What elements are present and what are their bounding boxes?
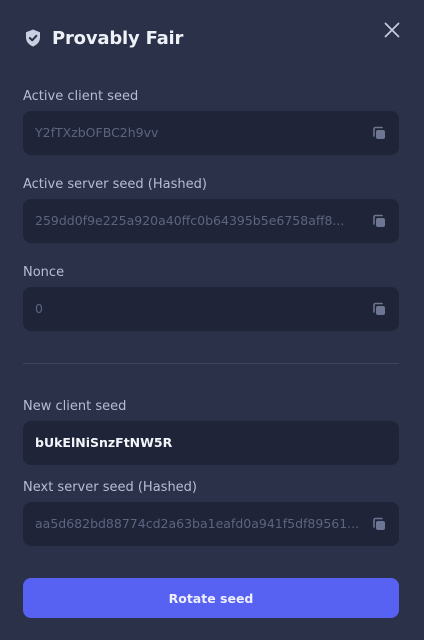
nonce-value: 0 bbox=[35, 301, 43, 316]
new-client-seed-value[interactable]: bUkElNiSnzFtNW5R bbox=[35, 421, 361, 465]
provably-fair-modal: Provably Fair Active client seed Y2fTXzb… bbox=[0, 0, 424, 640]
copy-icon[interactable] bbox=[371, 516, 387, 532]
section-divider bbox=[23, 363, 399, 364]
next-server-seed-field[interactable]: aa5d682bd88774cd2a63ba1eafd0a941f5df8956… bbox=[23, 502, 399, 546]
new-client-seed-label: New client seed bbox=[23, 399, 127, 414]
new-client-seed-input[interactable]: bUkElNiSnzFtNW5R bbox=[23, 421, 399, 465]
active-client-seed-value: Y2fTXzbOFBC2h9vv bbox=[35, 125, 159, 140]
copy-icon[interactable] bbox=[371, 125, 387, 141]
next-server-seed-value: aa5d682bd88774cd2a63ba1eafd0a941f5df8956… bbox=[35, 516, 360, 531]
active-server-seed-label: Active server seed (Hashed) bbox=[23, 177, 207, 192]
active-server-seed-value: 259dd0f9e225a920a40ffc0b64395b5e6758aff8… bbox=[35, 213, 345, 228]
next-server-seed-label: Next server seed (Hashed) bbox=[23, 480, 198, 495]
active-client-seed-label: Active client seed bbox=[23, 89, 139, 104]
nonce-field[interactable]: 0 bbox=[23, 287, 399, 331]
active-server-seed-field[interactable]: 259dd0f9e225a920a40ffc0b64395b5e6758aff8… bbox=[23, 199, 399, 243]
shield-check-icon bbox=[26, 29, 40, 47]
modal-title: Provably Fair bbox=[52, 27, 184, 49]
copy-icon[interactable] bbox=[371, 213, 387, 229]
close-icon[interactable] bbox=[382, 20, 402, 40]
nonce-label: Nonce bbox=[23, 265, 65, 280]
active-client-seed-field[interactable]: Y2fTXzbOFBC2h9vv bbox=[23, 111, 399, 155]
modal-header: Provably Fair bbox=[23, 25, 183, 51]
copy-icon[interactable] bbox=[371, 301, 387, 317]
rotate-seed-button[interactable]: Rotate seed bbox=[23, 578, 399, 618]
